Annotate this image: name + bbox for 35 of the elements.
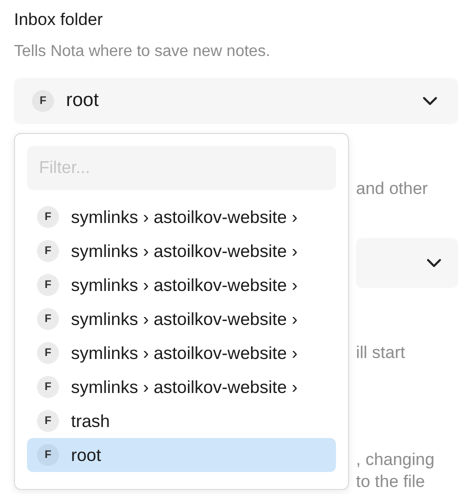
folder-option[interactable]: F symlinks › astoilkov-website › (27, 336, 336, 370)
setting-description: Tells Nota where to save new notes. (14, 42, 272, 62)
description-text: , changing (356, 449, 436, 471)
folder-badge: F (37, 240, 59, 262)
folder-path: trash (71, 410, 110, 432)
folder-badge: F (32, 90, 54, 112)
folder-badge: F (37, 410, 59, 432)
folder-select[interactable]: F root (14, 78, 458, 124)
folder-option[interactable]: F symlinks › astoilkov-website › (27, 200, 336, 234)
folder-path: root (71, 444, 102, 466)
folder-path: symlinks › astoilkov-website › (71, 342, 298, 364)
folder-path: symlinks › astoilkov-website › (71, 274, 298, 296)
description-text: to the file (356, 471, 426, 493)
folder-path: symlinks › astoilkov-website › (71, 206, 298, 228)
folder-badge: F (37, 342, 59, 364)
folder-badge: F (37, 444, 59, 466)
folder-badge: F (37, 274, 59, 296)
folder-option[interactable]: F symlinks › astoilkov-website › (27, 268, 336, 302)
folder-option[interactable]: F symlinks › astoilkov-website › (27, 370, 336, 404)
folder-path: symlinks › astoilkov-website › (71, 376, 298, 398)
folder-badge: F (37, 308, 59, 330)
folder-option[interactable]: F root (27, 438, 336, 472)
description-text: and other (356, 178, 429, 200)
folder-path: symlinks › astoilkov-website › (71, 240, 298, 262)
folder-badge: F (37, 376, 59, 398)
setting-title: Inbox folder (14, 9, 104, 31)
folder-option[interactable]: F symlinks › astoilkov-website › (27, 302, 336, 336)
dropdown-select[interactable] (356, 238, 458, 288)
chevron-down-icon (422, 96, 438, 106)
folder-option[interactable]: F symlinks › astoilkov-website › (27, 234, 336, 268)
folder-option[interactable]: F trash (27, 404, 336, 438)
description-text: ill start (356, 342, 406, 364)
chevron-down-icon (426, 258, 442, 268)
folder-path: symlinks › astoilkov-website › (71, 308, 298, 330)
folder-badge: F (37, 206, 59, 228)
